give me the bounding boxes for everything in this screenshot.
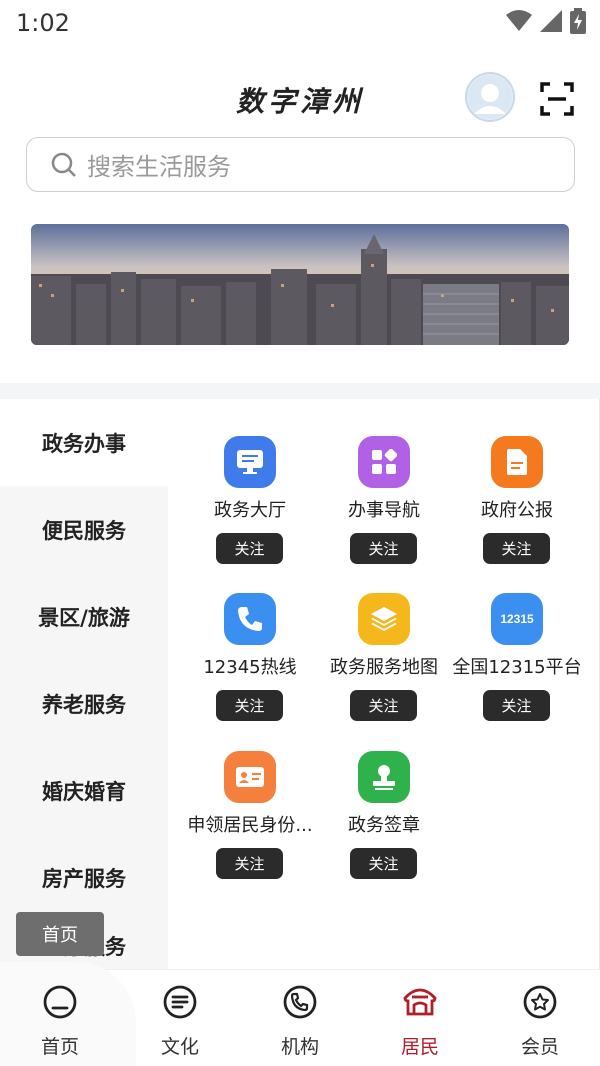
service-item[interactable]: 12315 全国12315平台 关注: [450, 593, 584, 743]
follow-button[interactable]: 关注: [350, 533, 417, 564]
city-skyline-image: [31, 224, 569, 345]
section-divider: [0, 383, 600, 399]
search-icon: [51, 152, 76, 177]
search-input[interactable]: 搜索生活服务: [26, 137, 575, 192]
service-label: 全国12315平台: [452, 657, 582, 678]
nav-label: 机构: [280, 1036, 319, 1058]
culture-icon: [163, 985, 197, 1019]
avatar-icon: [468, 75, 512, 119]
member-star-icon: [523, 985, 557, 1019]
service-item[interactable]: 政务签章 关注: [317, 751, 451, 901]
monitor-icon: [224, 436, 276, 488]
stamp-icon: [358, 751, 410, 803]
nav-item-residents[interactable]: 居民: [360, 970, 480, 1066]
sidebar-item-elderly-care[interactable]: 养老服务: [0, 660, 168, 747]
status-bar: 1:02: [0, 0, 600, 50]
12315-icon: 12315: [491, 593, 543, 645]
follow-button[interactable]: 关注: [483, 533, 550, 564]
nav-label: 居民: [400, 1036, 439, 1058]
bottom-nav: 首页 文化 机构 居民 会员: [0, 962, 600, 1066]
avatar[interactable]: [465, 72, 515, 122]
service-grid: 政务大厅 关注 办事导航 关注 政府公报 关注 12345热线 关注 政务服务地…: [168, 399, 600, 969]
sidebar-item-label: 便民服务: [42, 518, 126, 543]
city-banner[interactable]: [31, 224, 569, 345]
sidebar-item-label: 景区/旅游: [38, 605, 130, 630]
layers-icon: [358, 593, 410, 645]
document-icon: [491, 436, 543, 488]
nav-item-institutions[interactable]: 机构: [240, 970, 360, 1066]
nav-item-home[interactable]: 首页: [0, 970, 120, 1066]
service-label: 办事导航: [348, 500, 420, 521]
nav-label: 文化: [160, 1036, 199, 1058]
service-item[interactable]: 办事导航 关注: [317, 436, 451, 586]
toast-message: 首页: [16, 912, 104, 956]
sidebar-item-wedding[interactable]: 婚庆婚育: [0, 747, 168, 834]
id-card-icon: [224, 751, 276, 803]
12315-icon-text: 12315: [500, 612, 534, 626]
sidebar-item-label: 政务办事: [42, 431, 126, 456]
service-item[interactable]: 申领居民身份... 关注: [183, 751, 317, 901]
sidebar-item-convenience[interactable]: 便民服务: [0, 486, 168, 573]
resident-icon: [403, 988, 437, 1016]
status-icons: [506, 8, 586, 34]
service-item[interactable]: 政务服务地图 关注: [317, 593, 451, 743]
service-label: 政务大厅: [214, 500, 286, 521]
follow-button[interactable]: 关注: [216, 690, 283, 721]
nav-label: 会员: [520, 1036, 559, 1058]
sidebar-item-label: 房产服务: [42, 866, 126, 891]
nav-label: 首页: [40, 1036, 79, 1058]
follow-button[interactable]: 关注: [216, 533, 283, 564]
nav-item-member[interactable]: 会员: [480, 970, 600, 1066]
wifi-icon: [506, 10, 532, 31]
search-placeholder: 搜索生活服务: [87, 153, 231, 181]
follow-button[interactable]: 关注: [350, 848, 417, 879]
follow-button[interactable]: 关注: [350, 690, 417, 721]
service-item[interactable]: 政务大厅 关注: [183, 436, 317, 586]
category-sidebar: 政务办事 便民服务 景区/旅游 养老服务 婚庆婚育 房产服务 医疗服务: [0, 399, 168, 969]
service-label: 申领居民身份...: [187, 815, 313, 836]
apps-icon: [358, 436, 410, 488]
service-label: 政务签章: [348, 815, 420, 836]
follow-button[interactable]: 关注: [483, 690, 550, 721]
phone-circle-icon: [283, 985, 317, 1019]
scan-icon[interactable]: [540, 82, 574, 116]
service-label: 12345热线: [203, 657, 297, 678]
status-time: 1:02: [16, 9, 70, 37]
sidebar-item-tourism[interactable]: 景区/旅游: [0, 573, 168, 660]
signal-icon: [540, 10, 562, 32]
sidebar-item-label: 养老服务: [42, 692, 126, 717]
header: 数字漳州: [0, 60, 600, 130]
service-item[interactable]: 政府公报 关注: [450, 436, 584, 586]
follow-button[interactable]: 关注: [216, 848, 283, 879]
service-label: 政府公报: [481, 500, 553, 521]
sidebar-item-label: 婚庆婚育: [42, 779, 126, 804]
sidebar-item-real-estate[interactable]: 房产服务: [0, 834, 168, 921]
app-screen: 1:02 数字漳州 搜索生活服务 政务办事 便民服务 景区/旅游 养老服务 婚庆…: [0, 0, 600, 1066]
sidebar-item-government-affairs[interactable]: 政务办事: [0, 399, 168, 486]
battery-charging-icon: [570, 8, 586, 34]
nav-item-culture[interactable]: 文化: [120, 970, 240, 1066]
phone-icon: [224, 593, 276, 645]
home-icon: [43, 985, 77, 1019]
service-item[interactable]: 12345热线 关注: [183, 593, 317, 743]
service-label: 政务服务地图: [330, 657, 438, 678]
